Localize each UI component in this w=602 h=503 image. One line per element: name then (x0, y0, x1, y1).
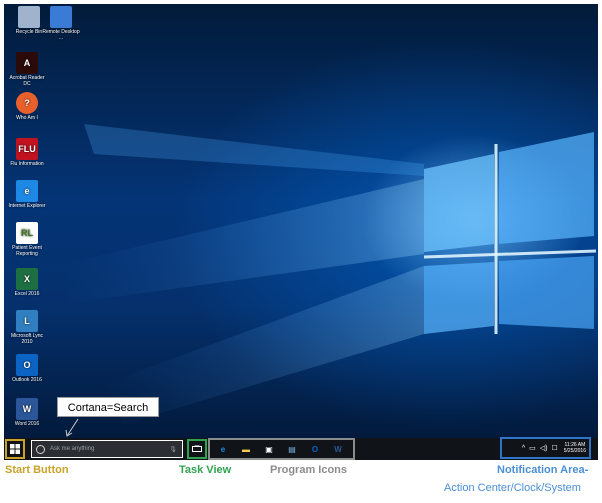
desktop-icon-who-am-i[interactable]: ? Who Am I (6, 92, 48, 121)
desktop-icon-label: Word 2016 (14, 421, 40, 427)
desktop-icon-word-2016[interactable]: W Word 2016 (6, 398, 48, 427)
remote-desktop-icon (50, 6, 72, 28)
microphone-icon[interactable]: 🎙 (169, 446, 177, 453)
start-button-label: Start Button (5, 464, 69, 476)
clock[interactable]: 11:26 AM 5/25/2016 (564, 442, 586, 454)
desktop-icon-acrobat-reader[interactable]: A Acrobat Reader DC (6, 52, 48, 87)
clock-date: 5/25/2016 (563, 448, 586, 454)
program-icons-label: Program Icons (270, 464, 348, 476)
taskbar-file-explorer-icon[interactable]: ▬ (237, 441, 255, 457)
patient-event-reporting-icon: RL (16, 222, 38, 244)
desktop-icon-label: Microsoft Lync 2010 (10, 333, 44, 345)
program-icons: e ▬ ▣ ▤ O W (208, 438, 355, 460)
notification-area-label: Notification Area- (497, 464, 589, 476)
desktop-icon-label: Patient Event Reporting (12, 245, 42, 257)
task-view-label: Task View (179, 464, 232, 476)
taskbar-notepad-app-icon[interactable]: ▤ (283, 441, 301, 457)
task-view-button[interactable] (187, 439, 207, 459)
desktop-icons: Recycle Bin Remote Desktop ... A Acrobat Re… (4, 4, 80, 438)
desktop-icon-outlook-2016[interactable]: O Outlook 2016 (6, 354, 48, 383)
excel-2016-icon: X (16, 268, 38, 290)
outlook-2016-icon: O (16, 354, 38, 376)
cortana-search-box[interactable]: Ask me anything 🎙 (31, 440, 183, 458)
search-placeholder: Ask me anything (50, 446, 95, 452)
network-icon[interactable]: ▭ (529, 445, 536, 452)
taskbar-store-icon[interactable]: ▣ (260, 441, 278, 457)
notification-area-sublabel: Action Center/Clock/System (444, 482, 581, 494)
desktop-icon-label: Excel 2016 (14, 291, 40, 297)
chevron-up-icon[interactable]: ^ (522, 445, 525, 452)
word-2016-icon: W (16, 398, 38, 420)
who-am-i-icon: ? (16, 92, 38, 114)
desktop: Recycle Bin Remote Desktop ... A Acrobat Re… (4, 4, 598, 438)
lync-2010-icon: L (16, 310, 38, 332)
taskbar-outlook-icon[interactable]: O (306, 441, 324, 457)
desktop-icon-excel-2016[interactable]: X Excel 2016 (6, 268, 48, 297)
start-button[interactable] (5, 439, 25, 459)
flu-information-icon: FLU (16, 138, 38, 160)
desktop-icon-label: Flu Information (10, 161, 44, 167)
desktop-icon-remote-desktop[interactable]: Remote Desktop ... (40, 6, 82, 41)
taskbar-word-icon[interactable]: W (329, 441, 347, 457)
windows-logo-icon (10, 444, 20, 454)
desktop-icon-label: Outlook 2016 (12, 377, 42, 383)
volume-icon[interactable]: ◁) (540, 445, 548, 452)
wallpaper-beams (64, 124, 597, 424)
action-center-icon[interactable]: ☐ (551, 445, 557, 452)
desktop-icon-patient-event-reporting[interactable]: RL Patient Event Reporting (6, 222, 48, 257)
cortana-callout: Cortana=Search (57, 397, 159, 417)
desktop-icon-label: Who Am I (16, 115, 38, 121)
desktop-icon-label: Internet Explorer (8, 203, 46, 209)
desktop-icon-flu-information[interactable]: FLU Flu Information (6, 138, 48, 167)
internet-explorer-icon: e (16, 180, 38, 202)
recycle-bin-icon (18, 6, 40, 28)
notification-area: ^ ▭ ◁) ☐ 11:26 AM 5/25/2016 (500, 437, 591, 459)
desktop-icon-lync-2010[interactable]: L Microsoft Lync 2010 (6, 310, 48, 345)
acrobat-reader-icon: A (16, 52, 38, 74)
taskbar-edge-icon[interactable]: e (214, 441, 232, 457)
desktop-icon-label: Acrobat Reader DC (9, 75, 45, 87)
task-view-icon (192, 445, 202, 452)
desktop-icon-label: Remote Desktop ... (42, 29, 80, 41)
desktop-icon-internet-explorer[interactable]: e Internet Explorer (6, 180, 48, 209)
cortana-circle-icon (36, 444, 45, 454)
